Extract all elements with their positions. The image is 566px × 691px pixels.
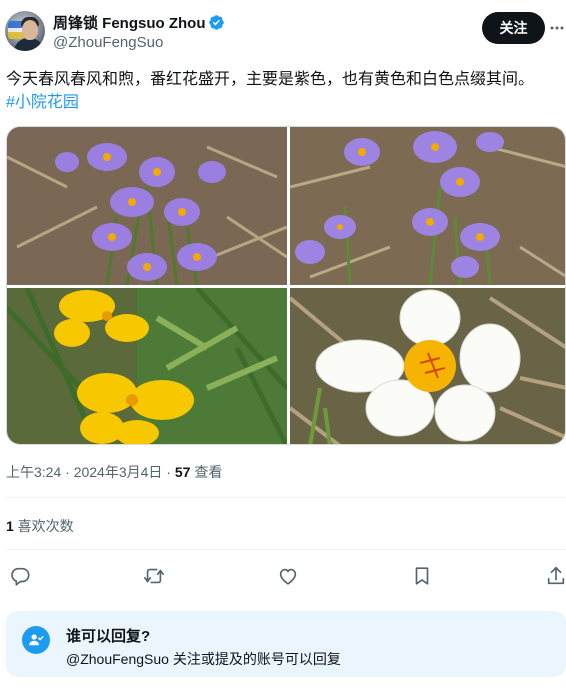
hashtag-link[interactable]: #小院花园 (6, 91, 562, 114)
avatar-face (22, 20, 38, 40)
follow-button[interactable]: 关注 (482, 12, 545, 44)
divider (6, 497, 566, 498)
likes-label: 喜欢次数 (13, 518, 74, 534)
views-label: 查看 (190, 464, 223, 480)
reply-settings-box: 谁可以回复? @ZhouFengSuo 关注或提及的账号可以回复 (6, 611, 566, 677)
tweet-date[interactable]: 2024年3月4日 (74, 464, 163, 480)
photo-white-crocus[interactable] (290, 288, 565, 444)
author-handle[interactable]: @ZhouFengSuo (53, 34, 163, 51)
reply-icon[interactable] (9, 565, 31, 587)
tweet-body: 今天春风春风和煦，番红花盛开，主要是紫色，也有黄色和白色点缀其间。 (6, 71, 535, 88)
likes-stat[interactable]: 1 喜欢次数 (6, 516, 74, 536)
divider (6, 549, 566, 550)
meta-separator: · (61, 464, 74, 480)
action-bar (0, 563, 566, 591)
tweet-time[interactable]: 上午3:24 (6, 464, 61, 480)
retweet-icon[interactable] (143, 565, 165, 587)
views-count: 57 (174, 464, 191, 480)
media-grid (6, 126, 566, 445)
like-icon[interactable] (277, 565, 299, 587)
author-name-row[interactable]: 周锋锁 Fengsuo Zhou (53, 12, 225, 32)
likes-count: 1 (6, 518, 14, 534)
tweet-meta: 上午3:24 · 2024年3月4日 · 57 查看 (6, 462, 222, 482)
tweet-text: 今天春风春风和煦，番红花盛开，主要是紫色，也有黄色和白色点缀其间。 #小院花园 (6, 68, 562, 114)
bookmark-icon[interactable] (411, 565, 433, 587)
photo-yellow-crocuses[interactable] (7, 288, 287, 444)
photo-purple-crocuses-2[interactable] (290, 127, 565, 285)
reply-settings-subtitle: @ZhouFengSuo 关注或提及的账号可以回复 (66, 651, 341, 667)
meta-separator-2: · (162, 464, 175, 480)
photo-purple-crocuses-1[interactable] (7, 127, 287, 285)
share-icon[interactable] (545, 565, 566, 587)
person-check-icon (22, 626, 50, 654)
tweet-header: 周锋锁 Fengsuo Zhou @ZhouFengSuo 关注 (0, 0, 566, 62)
reply-settings-title: 谁可以回复? (66, 628, 151, 645)
more-horizontal-icon[interactable] (549, 14, 565, 42)
verified-badge-icon (208, 14, 225, 31)
author-display-name[interactable]: 周锋锁 Fengsuo Zhou (53, 12, 205, 33)
avatar[interactable] (5, 11, 45, 51)
